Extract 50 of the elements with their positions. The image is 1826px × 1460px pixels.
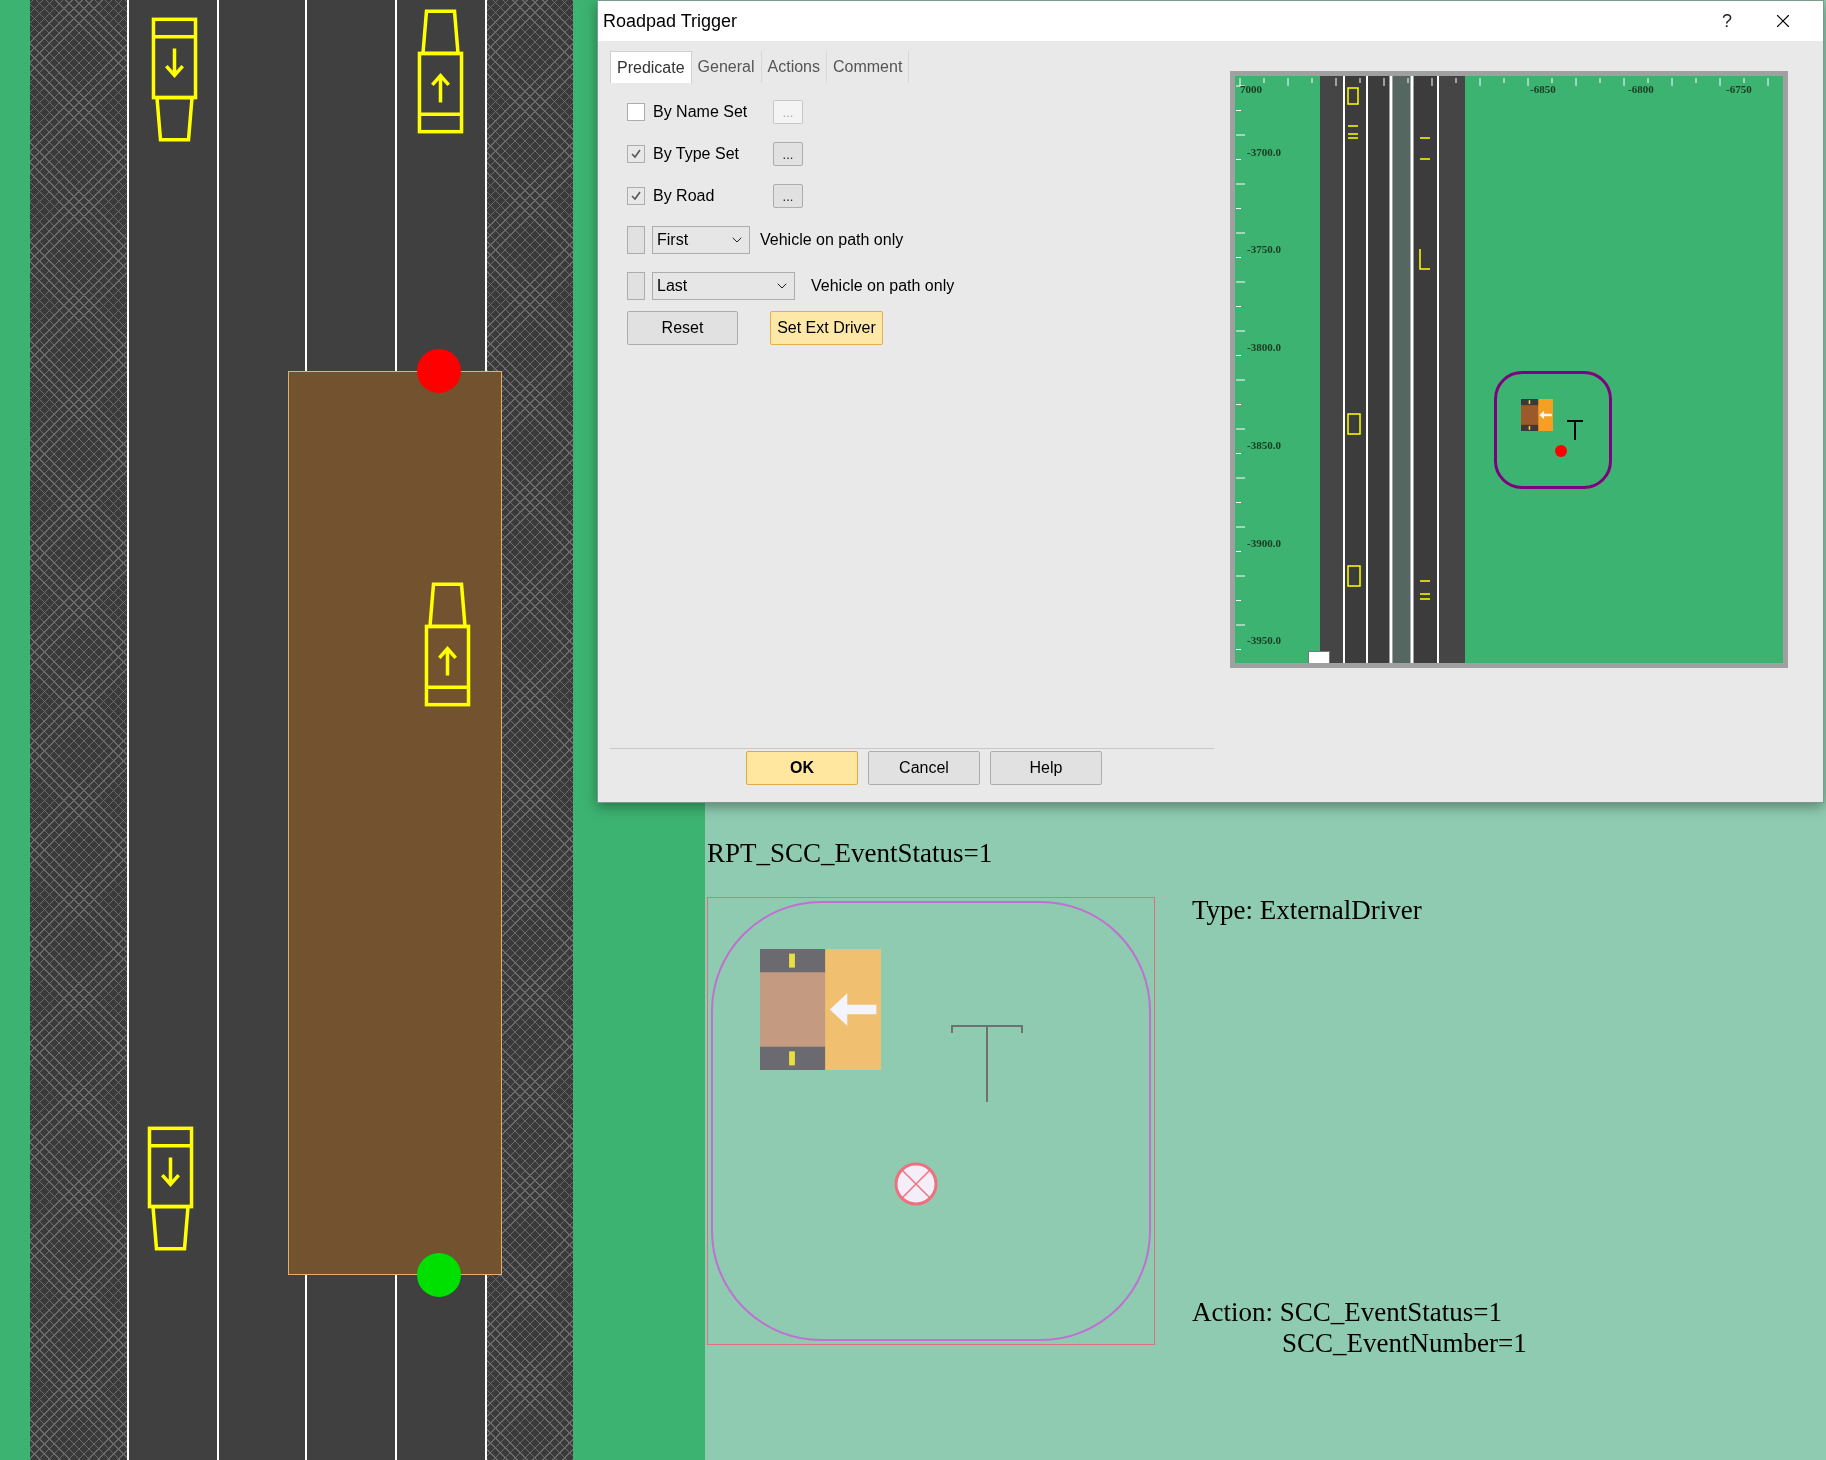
checkmark-icon <box>630 190 642 202</box>
tab[interactable]: Comment <box>827 51 910 83</box>
axis-label: -3800.0 <box>1247 342 1281 353</box>
checkbox[interactable] <box>627 272 645 300</box>
dropdown-value: First <box>657 230 689 250</box>
browse-button[interactable]: ... <box>773 142 803 166</box>
dialog-button[interactable]: OK <box>746 751 858 785</box>
action-button[interactable]: Reset <box>627 311 738 345</box>
dialog-button[interactable]: Cancel <box>868 751 980 785</box>
checkmark-icon <box>630 148 642 160</box>
t-marker-icon <box>951 1025 1023 1103</box>
dropdown[interactable]: Last <box>652 272 795 300</box>
vehicle-icon <box>760 949 881 1070</box>
option-label: Vehicle on path only <box>811 276 955 296</box>
dropdown[interactable]: First <box>652 226 750 254</box>
action-text: SCC_EventNumber=1 <box>1281 1328 1527 1359</box>
tab[interactable]: Actions <box>761 51 827 83</box>
axis-label: -3850.0 <box>1247 440 1281 451</box>
axis-label: -3700.0 <box>1247 147 1281 158</box>
target-marker-icon <box>894 1162 938 1206</box>
checkbox[interactable] <box>627 226 645 254</box>
target-marker-icon <box>1555 445 1567 457</box>
axis-label: -3900.0 <box>1247 538 1281 549</box>
axis-label: -3950.0 <box>1247 635 1281 646</box>
help-button[interactable]: ? <box>1707 5 1747 37</box>
dropdown-value: Last <box>657 276 688 296</box>
vehicle-icon <box>1521 399 1553 431</box>
window-title: Roadpad Trigger <box>603 9 738 33</box>
t-marker-icon <box>1565 419 1585 441</box>
dialog-button[interactable]: Help <box>990 751 1102 785</box>
action-text: Action: SCC_EventStatus=1 <box>1192 1297 1503 1328</box>
axis-label: -6800 <box>1628 84 1654 95</box>
option-label: By Type Set <box>653 144 740 164</box>
tab[interactable]: Predicate <box>610 51 692 83</box>
axis-label: 7000 <box>1240 84 1262 95</box>
axis-label: -3750.0 <box>1247 244 1281 255</box>
checkbox[interactable] <box>627 145 645 163</box>
axis-label: -6750 <box>1726 84 1752 95</box>
option-label: Vehicle on path only <box>760 230 904 250</box>
checkbox[interactable] <box>627 187 645 205</box>
browse-button[interactable]: ... <box>773 184 803 208</box>
action-button[interactable]: Set Ext Driver <box>770 311 883 345</box>
trigger-name-label: RPT_SCC_EventStatus=1 <box>707 837 993 870</box>
option-label: By Road <box>653 186 716 206</box>
speed-sign-icon <box>1308 651 1330 663</box>
axis-label: -6850 <box>1530 84 1556 95</box>
option-label: By Name Set <box>653 102 749 122</box>
checkbox[interactable] <box>627 103 645 121</box>
type-label: Type: ExternalDriver <box>1192 894 1422 927</box>
tab[interactable]: General <box>691 51 762 83</box>
